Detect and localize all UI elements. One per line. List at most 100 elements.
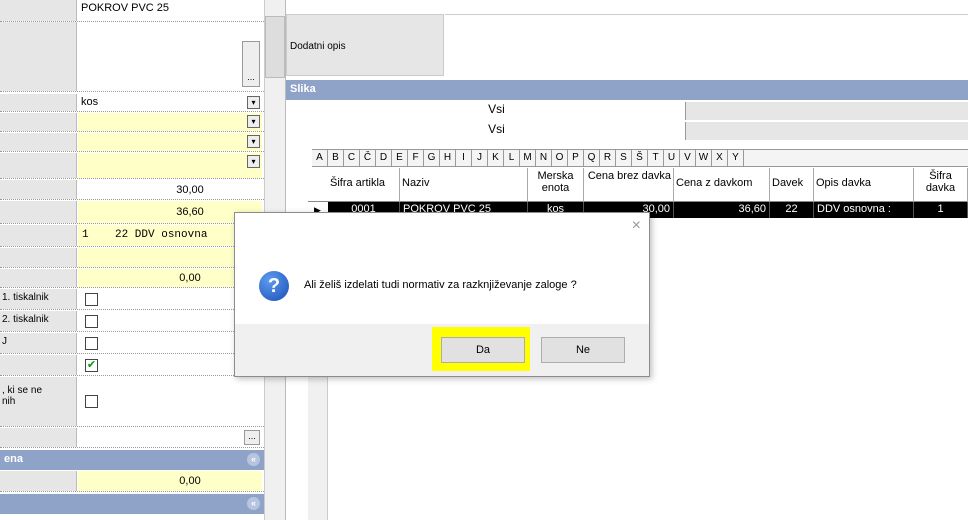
- letter-filter-4[interactable]: D: [376, 150, 392, 166]
- unit-row: kos ▾: [0, 94, 264, 112]
- column-header-0[interactable]: Šifra artikla: [328, 168, 400, 202]
- printer1-row: 1. tiskalnik: [0, 289, 264, 310]
- chevron-down-icon[interactable]: ▾: [247, 135, 260, 148]
- splitter-handle[interactable]: [265, 16, 285, 78]
- j-checkbox[interactable]: [85, 337, 98, 350]
- section1-header[interactable]: ena «: [0, 450, 264, 470]
- ki-se-ne-row: , ki se ne nih: [0, 377, 264, 427]
- letter-filter-14[interactable]: N: [536, 150, 552, 166]
- column-header-1[interactable]: Naziv: [400, 168, 528, 202]
- ki-se-ne-label: , ki se ne nih: [0, 377, 77, 426]
- letter-filter-22[interactable]: U: [664, 150, 680, 166]
- letter-filter-24[interactable]: W: [696, 150, 712, 166]
- zero-label: [0, 269, 77, 287]
- price-field[interactable]: 30,00: [78, 180, 262, 199]
- unit-select[interactable]: kos ▾: [78, 94, 262, 111]
- article-form-panel: POKROV PVC 25 ... kos ▾ ▾ ▾ ▾ 30,00 36,60…: [0, 0, 264, 520]
- checked-label: [0, 355, 77, 375]
- section1-field[interactable]: 0,00: [78, 471, 262, 491]
- column-header-3[interactable]: Cena brez davka: [584, 168, 674, 202]
- name-label: [0, 0, 77, 21]
- column-header-4[interactable]: Cena z davkom: [674, 168, 770, 202]
- letter-filter-17[interactable]: Q: [584, 150, 600, 166]
- chevron-down-icon[interactable]: ▾: [247, 115, 260, 128]
- no-button[interactable]: Ne: [541, 337, 625, 363]
- letter-filter-26[interactable]: Y: [728, 150, 744, 166]
- column-header-2[interactable]: Merska enota: [528, 168, 584, 202]
- letter-filter-10[interactable]: J: [472, 150, 488, 166]
- letter-filter-3[interactable]: Č: [360, 150, 376, 166]
- printer2-row: 2. tiskalnik: [0, 311, 264, 332]
- letter-filter-9[interactable]: I: [456, 150, 472, 166]
- select-field-1[interactable]: ▾: [78, 113, 262, 131]
- extra-ellipsis-button[interactable]: ...: [244, 430, 260, 445]
- slika-header[interactable]: Slika: [286, 80, 968, 100]
- checked-checkbox[interactable]: ✔: [85, 359, 98, 372]
- letter-filter-2[interactable]: C: [344, 150, 360, 166]
- section1-label: [0, 471, 77, 491]
- collapse-icon[interactable]: «: [247, 497, 260, 510]
- collapse-icon[interactable]: «: [247, 453, 260, 466]
- close-icon[interactable]: ×: [632, 217, 641, 235]
- letter-filter-0[interactable]: A: [312, 150, 328, 166]
- letter-filter-23[interactable]: V: [680, 150, 696, 166]
- extra-label: [0, 428, 77, 447]
- letter-filter-13[interactable]: M: [520, 150, 536, 166]
- price-tax-row: 36,60: [0, 201, 264, 224]
- j-label: J: [0, 333, 77, 353]
- column-header-6[interactable]: Opis davka: [814, 168, 914, 202]
- letter-filter-16[interactable]: P: [568, 150, 584, 166]
- printer1-checkbox[interactable]: [85, 293, 98, 306]
- letter-filter-6[interactable]: F: [408, 150, 424, 166]
- filter-vsi-1[interactable]: Vsi: [308, 102, 686, 120]
- cell-sifra_davka: 1: [914, 202, 968, 218]
- empty-label: [0, 248, 77, 267]
- dodatni-opis-field[interactable]: [445, 14, 968, 76]
- description-field[interactable]: ...: [78, 22, 262, 91]
- cell-cena_z: 36,60: [674, 202, 770, 218]
- column-header-5[interactable]: Davek: [770, 168, 814, 202]
- tax-row: 1 22 DDV osnovna: [0, 225, 264, 247]
- name-row: POKROV PVC 25: [0, 0, 264, 22]
- zero-row: 0,00: [0, 269, 264, 288]
- filter-vsi-2[interactable]: Vsi: [308, 122, 686, 140]
- j-row: J: [0, 333, 264, 354]
- tax-label: [0, 225, 77, 246]
- dodatni-opis-label: Dodatni opis: [286, 14, 444, 76]
- name-field[interactable]: POKROV PVC 25: [78, 0, 262, 21]
- letter-filter-8[interactable]: H: [440, 150, 456, 166]
- checked-row: ✔: [0, 355, 264, 376]
- select-row-2: ▾: [0, 133, 264, 152]
- section2-header[interactable]: «: [0, 494, 264, 514]
- extra-field[interactable]: ...: [78, 428, 262, 447]
- ki-se-ne-checkbox[interactable]: [85, 395, 98, 408]
- description-ellipsis-button[interactable]: ...: [242, 41, 260, 87]
- letter-filter-19[interactable]: S: [616, 150, 632, 166]
- letter-filter-15[interactable]: O: [552, 150, 568, 166]
- letter-filter-18[interactable]: R: [600, 150, 616, 166]
- select-field-2[interactable]: ▾: [78, 133, 262, 151]
- letter-filter-5[interactable]: E: [392, 150, 408, 166]
- letter-filter-21[interactable]: T: [648, 150, 664, 166]
- select-row-3: ▾: [0, 153, 264, 179]
- select-label-2: [0, 133, 77, 151]
- dialog-message: Ali želiš izdelati tudi normativ za razk…: [304, 279, 577, 291]
- filter-area-2: [686, 122, 968, 140]
- printer2-checkbox[interactable]: [85, 315, 98, 328]
- yes-button[interactable]: Da: [441, 337, 525, 363]
- price-tax-label: [0, 201, 77, 223]
- chevron-down-icon[interactable]: ▾: [247, 155, 260, 168]
- cell-davek: 22: [770, 202, 814, 218]
- cell-opis: DDV osnovna :: [814, 202, 914, 218]
- column-header-7[interactable]: Šifra davka: [914, 168, 968, 202]
- select-field-3[interactable]: ▾: [78, 153, 262, 178]
- letter-filter-12[interactable]: L: [504, 150, 520, 166]
- letter-filter-20[interactable]: Š: [632, 150, 648, 166]
- letter-filter-7[interactable]: G: [424, 150, 440, 166]
- letter-filter-bar: ABCČDEFGHIJKLMNOPQRSŠTUVWXY: [312, 149, 968, 167]
- letter-filter-1[interactable]: B: [328, 150, 344, 166]
- price-row: 30,00: [0, 180, 264, 200]
- letter-filter-11[interactable]: K: [488, 150, 504, 166]
- letter-filter-25[interactable]: X: [712, 150, 728, 166]
- chevron-down-icon[interactable]: ▾: [247, 96, 260, 109]
